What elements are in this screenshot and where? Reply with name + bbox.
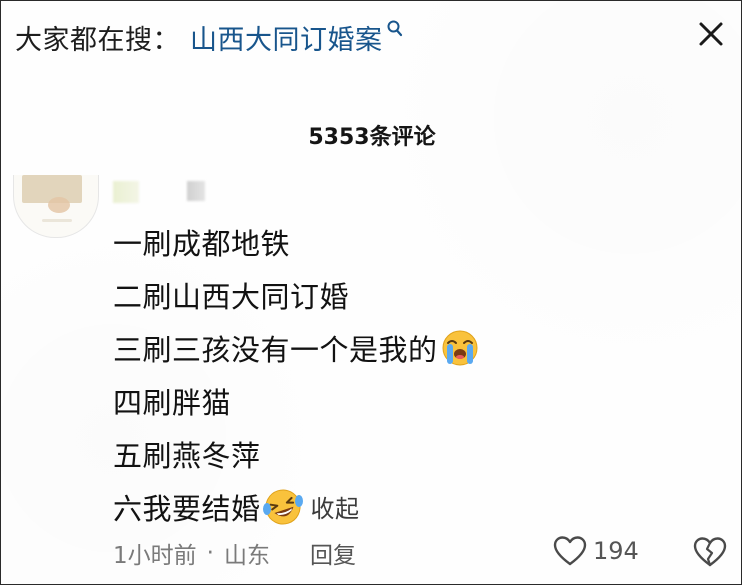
close-icon[interactable] <box>695 18 727 50</box>
like-button[interactable]: 194 <box>553 535 639 567</box>
comment-line-text: 五刷燕冬萍 <box>113 438 261 473</box>
username-blurred[interactable] <box>113 181 205 203</box>
comment-line: 三刷三孩没有一个是我的 <box>113 321 480 374</box>
laughing-crying-face-icon <box>262 489 303 524</box>
trending-search-bar: 大家都在搜： 山西大同订婚案 <box>15 15 404 59</box>
comment-location: 山东 <box>223 543 270 569</box>
comment-panel: 大家都在搜： 山西大同订婚案 5353条评论 一刷成都地铁 二刷山西大同订婚 三… <box>0 0 742 585</box>
comment-line-text: 四刷胖猫 <box>113 385 232 420</box>
reply-button[interactable]: 回复 <box>310 536 356 570</box>
comment-line-text: 二刷山西大同订婚 <box>113 279 350 314</box>
avatar-flower <box>48 197 70 213</box>
trending-search-link[interactable]: 山西大同订婚案 <box>190 18 383 57</box>
broken-heart-icon[interactable] <box>693 536 727 568</box>
comment-time: 1小时前 <box>113 543 197 569</box>
avatar[interactable] <box>13 175 99 238</box>
search-prefix-label: 大家都在搜： <box>15 24 180 56</box>
meta-separator: · <box>206 540 214 566</box>
comment-line: 二刷山西大同订婚 <box>113 268 480 321</box>
search-icon[interactable] <box>386 19 404 41</box>
comment-meta: 1小时前 · 山东 回复 <box>113 536 356 570</box>
username-blur-left <box>113 181 139 203</box>
loudly-crying-face-icon <box>442 330 478 365</box>
comment-line: 六我要结婚 收起 <box>113 480 480 533</box>
heart-outline-icon[interactable] <box>553 535 587 567</box>
username-blur-right <box>187 181 205 201</box>
avatar-caption <box>42 219 72 222</box>
comments-count-title: 5353条评论 <box>308 125 436 150</box>
like-count: 194 <box>593 537 639 565</box>
comment-line: 五刷燕冬萍 <box>113 427 480 480</box>
comment-line-text: 三刷三孩没有一个是我的 <box>113 332 438 367</box>
collapse-button[interactable]: 收起 <box>311 489 360 524</box>
comment-line: 一刷成都地铁 <box>113 215 480 268</box>
comment-text: 一刷成都地铁 二刷山西大同订婚 三刷三孩没有一个是我的 四刷胖猫 五刷燕冬萍 六… <box>113 215 480 533</box>
comment-line: 四刷胖猫 <box>113 374 480 427</box>
comment-line-text: 六我要结婚 <box>113 491 261 526</box>
comment-line-text: 一刷成都地铁 <box>113 226 291 261</box>
